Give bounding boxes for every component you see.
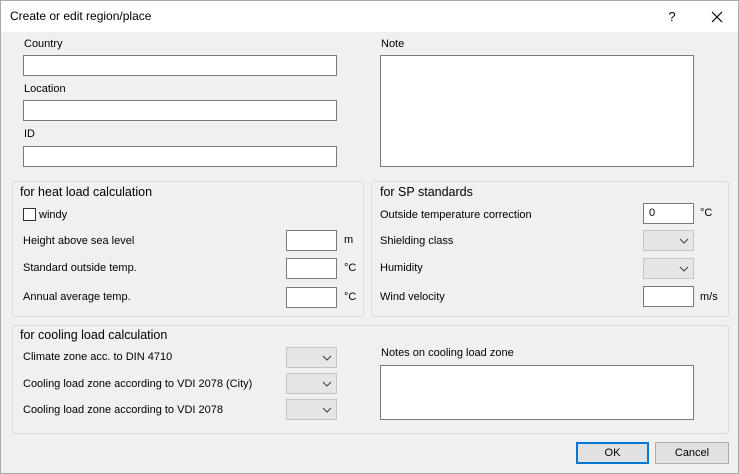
climate-zone-select[interactable]: [286, 347, 337, 368]
chevron-down-icon: [322, 355, 332, 361]
vdi-city-select[interactable]: [286, 373, 337, 394]
height-input[interactable]: [286, 230, 337, 251]
chevron-down-icon: [679, 266, 689, 272]
vdi-label: Cooling load zone according to VDI 2078: [23, 404, 223, 416]
outside-temp-label: Standard outside temp.: [23, 262, 137, 274]
chevron-down-icon: [679, 238, 689, 244]
cooling-load-group-title: for cooling load calculation: [20, 328, 168, 342]
location-input[interactable]: [23, 100, 337, 121]
annual-temp-label: Annual average temp.: [23, 291, 131, 303]
outside-corr-label: Outside temperature correction: [380, 209, 532, 221]
dialog-window: Create or edit region/place ? Country Lo…: [0, 0, 739, 474]
outside-temp-unit: °C: [344, 262, 357, 274]
sp-standards-group-title: for SP standards: [380, 185, 473, 199]
note-label: Note: [381, 38, 405, 50]
annual-temp-unit: °C: [344, 291, 357, 303]
id-label: ID: [24, 128, 35, 140]
outside-corr-unit: °C: [700, 207, 713, 219]
cancel-button[interactable]: Cancel: [655, 442, 729, 464]
humidity-select[interactable]: [643, 258, 694, 279]
vdi-city-label: Cooling load zone according to VDI 2078 …: [23, 378, 253, 390]
windy-label: windy: [39, 209, 68, 221]
wind-unit: m/s: [700, 291, 718, 303]
outside-temp-input[interactable]: [286, 258, 337, 279]
windy-checkbox[interactable]: [23, 208, 36, 221]
id-input[interactable]: [23, 146, 337, 167]
shielding-label: Shielding class: [380, 235, 454, 247]
location-label: Location: [24, 83, 66, 95]
close-button[interactable]: [702, 1, 732, 32]
outside-corr-input[interactable]: 0: [643, 203, 694, 224]
shielding-select[interactable]: [643, 230, 694, 251]
help-icon: ?: [668, 9, 676, 24]
close-icon: [711, 11, 723, 22]
ok-button[interactable]: OK: [576, 442, 649, 464]
chevron-down-icon: [322, 381, 332, 387]
country-label: Country: [24, 38, 63, 50]
height-label: Height above sea level: [23, 235, 135, 247]
annual-temp-input[interactable]: [286, 287, 337, 308]
height-unit: m: [344, 234, 354, 246]
climate-zone-label: Climate zone acc. to DIN 4710: [23, 351, 173, 363]
vdi-select[interactable]: [286, 399, 337, 420]
chevron-down-icon: [322, 407, 332, 413]
cooling-notes-textarea[interactable]: [380, 365, 694, 420]
dialog-title: Create or edit region/place: [10, 9, 152, 23]
wind-input[interactable]: [643, 286, 694, 307]
wind-label: Wind velocity: [380, 291, 445, 303]
note-textarea[interactable]: [380, 55, 694, 167]
humidity-label: Humidity: [380, 262, 423, 274]
title-bar: Create or edit region/place ?: [1, 1, 738, 32]
heat-load-group-title: for heat load calculation: [20, 185, 153, 199]
cooling-notes-label: Notes on cooling load zone: [381, 347, 514, 359]
help-button[interactable]: ?: [657, 1, 687, 32]
country-input[interactable]: [23, 55, 337, 76]
